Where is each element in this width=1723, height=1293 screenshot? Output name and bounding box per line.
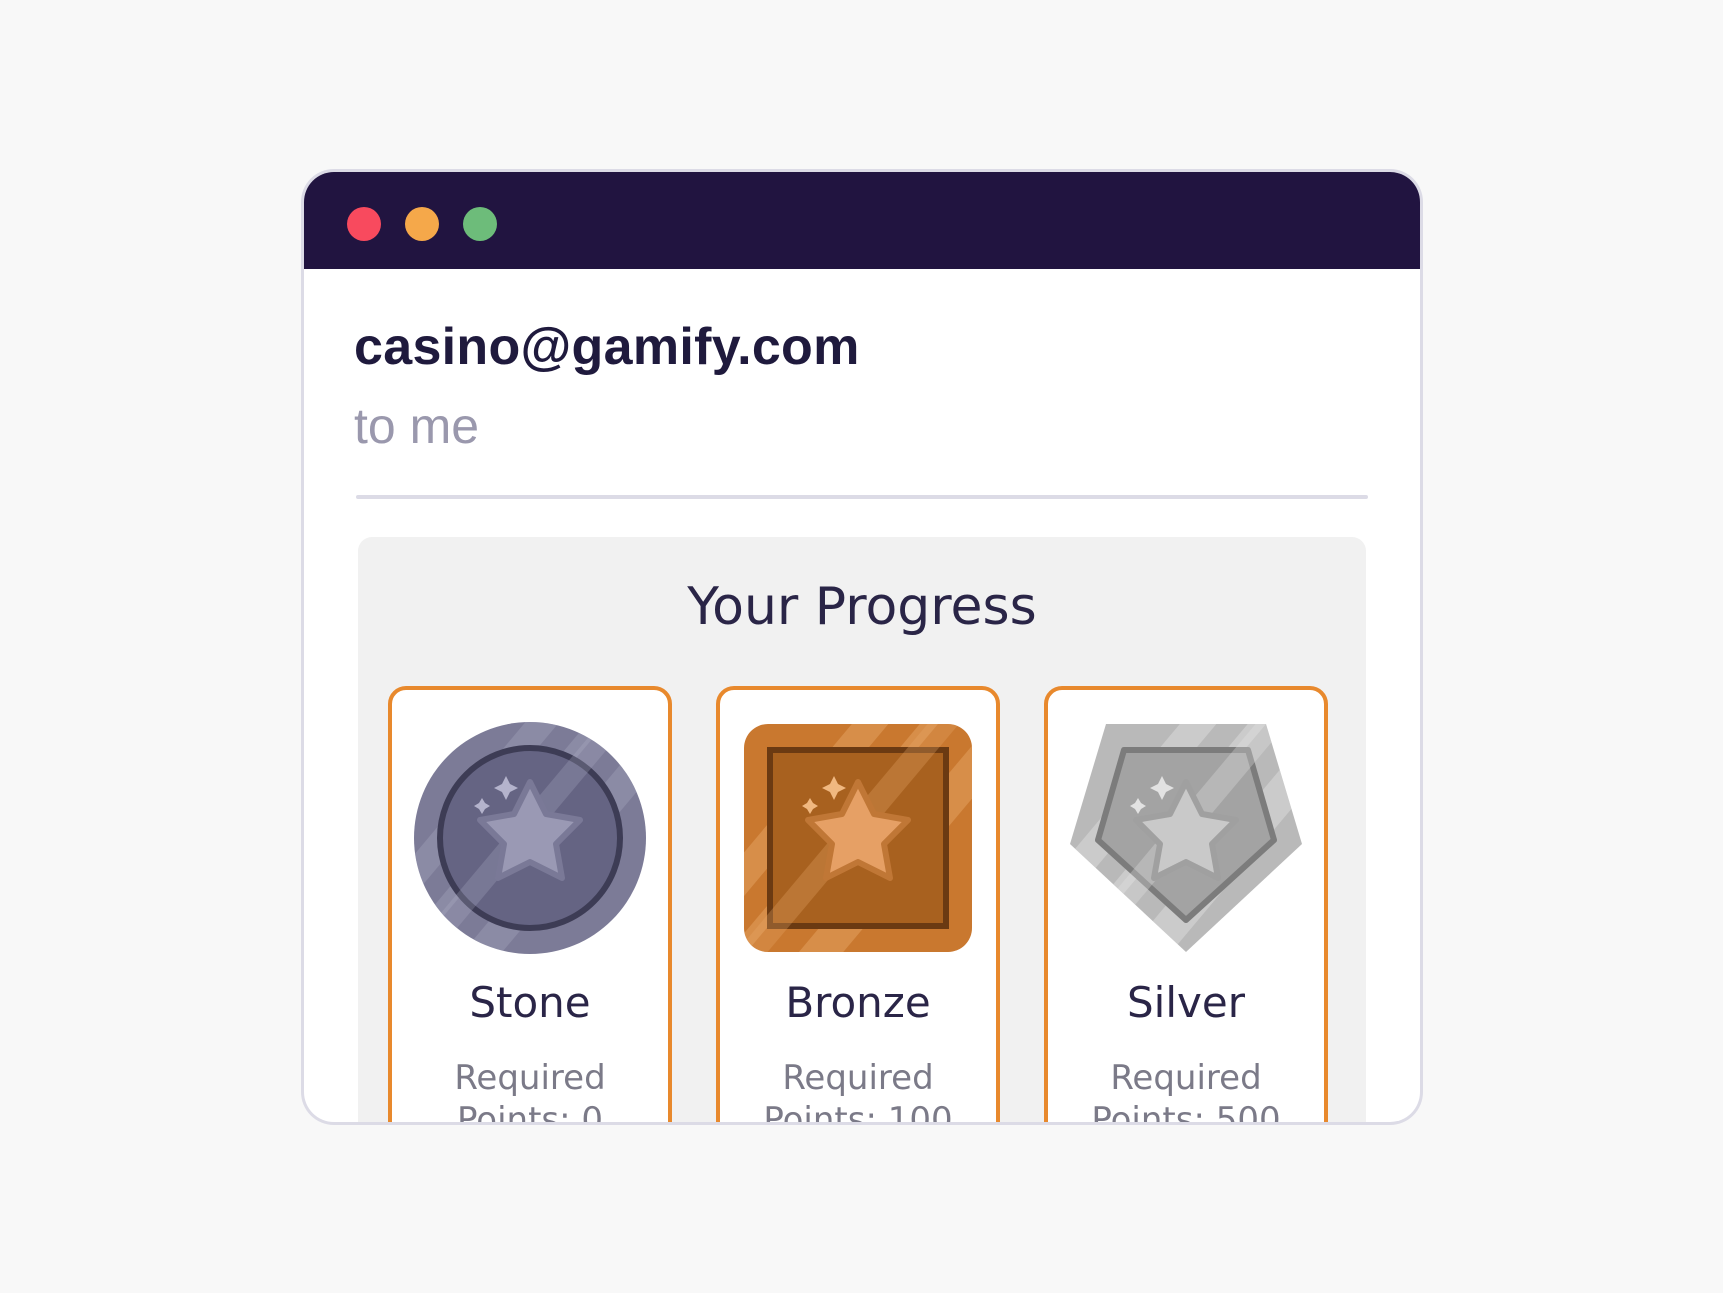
- window-titlebar: [304, 172, 1420, 269]
- required-label: Required: [782, 1058, 934, 1098]
- tier-name: Bronze: [785, 978, 931, 1027]
- sender-address: casino@gamify.com: [354, 318, 860, 376]
- tier-card-stone: Stone Required Points: 0: [388, 686, 672, 1122]
- stone-badge-icon: [412, 720, 648, 956]
- tier-name: Stone: [469, 978, 591, 1027]
- header-divider: [356, 495, 1368, 499]
- required-points: Points: 0: [456, 1100, 604, 1122]
- silver-badge-icon: [1068, 720, 1304, 956]
- bronze-badge-icon: [740, 720, 976, 956]
- recipient-label: to me: [354, 398, 480, 454]
- progress-title: Your Progress: [687, 577, 1037, 637]
- tier-name: Silver: [1127, 978, 1245, 1027]
- progress-panel: Your Progress Stone Required Points: 0 B…: [358, 537, 1366, 1122]
- maximize-window-button[interactable]: [463, 207, 497, 241]
- required-points: Points: 500: [1091, 1100, 1281, 1122]
- required-points: Points: 100: [763, 1100, 953, 1122]
- tier-card-bronze: Bronze Required Points: 100: [716, 686, 1000, 1122]
- required-label: Required: [1110, 1058, 1262, 1098]
- close-window-button[interactable]: [347, 207, 381, 241]
- email-window: casino@gamify.com to me Your Progress St…: [304, 172, 1420, 1122]
- minimize-window-button[interactable]: [405, 207, 439, 241]
- tier-card-silver: Silver Required Points: 500: [1044, 686, 1328, 1122]
- required-label: Required: [454, 1058, 606, 1098]
